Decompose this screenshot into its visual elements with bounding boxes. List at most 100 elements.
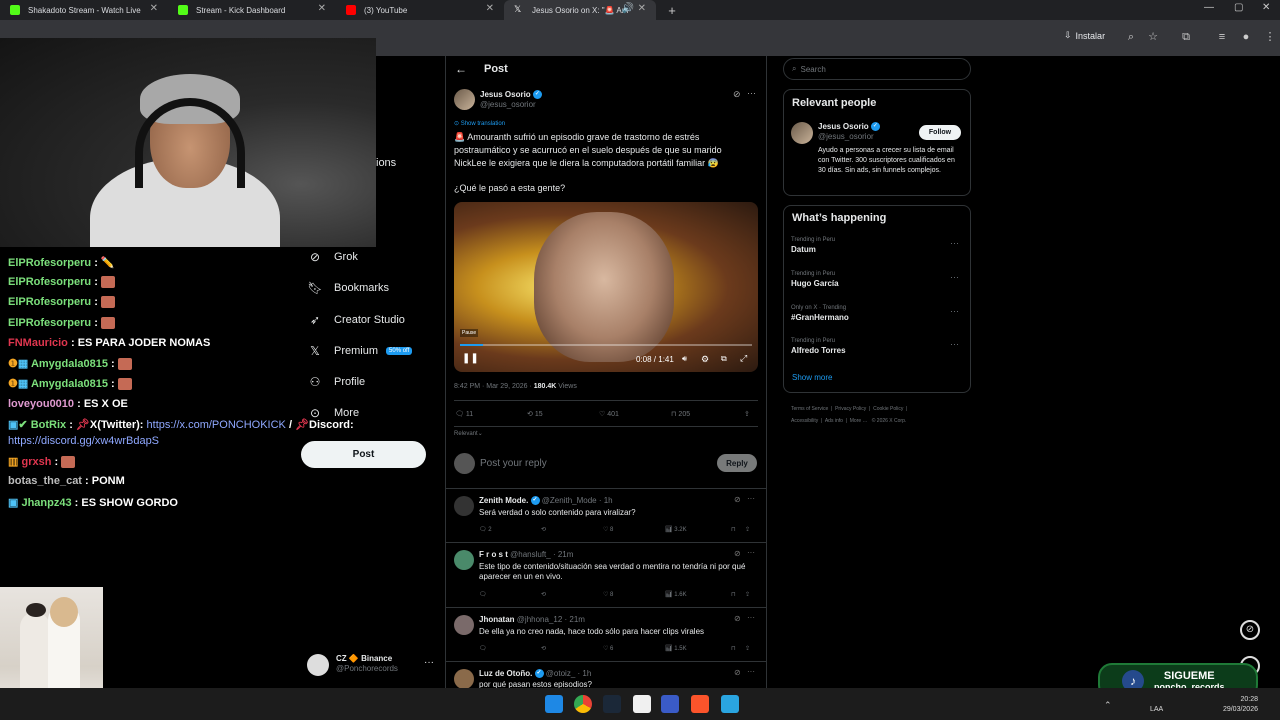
maximize-icon[interactable]: ▢: [1234, 2, 1243, 13]
app-icon[interactable]: [721, 695, 739, 713]
settings-icon[interactable]: ⚙: [701, 354, 709, 365]
account-more-icon[interactable]: ···: [424, 657, 434, 668]
repost-icon[interactable]: ⟲: [541, 645, 603, 652]
views-icon[interactable]: 📊︎ 1.6K: [665, 591, 731, 598]
trend-item[interactable]: Trending in Peru Datum: [791, 237, 835, 254]
heart-icon[interactable]: ♡ 6: [603, 645, 665, 652]
repost-action[interactable]: ⟲ 15: [527, 410, 543, 418]
menu-icon[interactable]: ⋮: [1264, 31, 1276, 43]
reply-input[interactable]: Post your reply: [480, 458, 547, 469]
heart-icon[interactable]: ♡ 8: [603, 591, 665, 598]
nav-grok[interactable]: ⊘ Grok: [308, 250, 358, 264]
reply-avatar[interactable]: [454, 669, 474, 689]
relevant-avatar[interactable]: [791, 122, 813, 144]
show-translation-link[interactable]: ⊙ Show translation: [454, 120, 505, 127]
trend-item[interactable]: Trending in Peru Alfredo Torres: [791, 338, 846, 355]
volume-icon[interactable]: 🔊︎: [682, 354, 687, 364]
video-progress-track[interactable]: [460, 344, 752, 346]
nav-premium[interactable]: 𝕏 Premium 50% off: [308, 344, 413, 358]
reply-icon[interactable]: 🗨︎ 2: [479, 526, 541, 533]
search-input[interactable]: ⌕ Search: [783, 58, 971, 80]
share-icon[interactable]: ⇪: [745, 526, 750, 533]
zoom-icon[interactable]: ⌕: [1125, 31, 1137, 43]
reply-icon[interactable]: 🗨︎: [479, 645, 541, 652]
grok-icon[interactable]: ⊘: [734, 549, 741, 558]
chrome-icon[interactable]: [574, 695, 592, 713]
footer-link[interactable]: Ads info: [825, 418, 843, 424]
chat-link[interactable]: https://x.com/PONCHOKICK: [147, 419, 286, 431]
more-icon[interactable]: ···: [747, 667, 755, 676]
back-arrow-icon[interactable]: ←: [455, 62, 467, 76]
browser-tab[interactable]: Shakadoto Stream - Watch Live ✕: [0, 0, 168, 20]
language-indicator[interactable]: LAA: [1150, 706, 1163, 713]
fullscreen-icon[interactable]: ⤢: [740, 353, 747, 364]
minimize-icon[interactable]: —: [1204, 2, 1214, 13]
nav-bookmarks[interactable]: 🔖︎ Bookmarks: [307, 281, 389, 295]
close-icon[interactable]: ✕: [150, 3, 158, 14]
star-icon[interactable]: ☆: [1147, 31, 1159, 43]
close-icon[interactable]: ✕: [318, 3, 326, 14]
author-block[interactable]: Jesus Osorio ✓ @jesus_osorior: [480, 90, 542, 110]
relevant-person[interactable]: Jesus Osorio ✓ @jesus_osorior: [818, 122, 880, 142]
heart-icon[interactable]: ♡ 8: [603, 526, 665, 533]
compose-post-button[interactable]: Post: [301, 441, 426, 468]
trend-item[interactable]: Only on X · Trending #GranHermano: [791, 305, 849, 322]
grok-icon[interactable]: ⊘: [734, 668, 741, 677]
footer-link[interactable]: Privacy Policy: [835, 406, 866, 412]
more-icon[interactable]: ···: [950, 238, 959, 248]
media-icon[interactable]: ≡: [1216, 31, 1228, 43]
more-icon[interactable]: ···: [747, 548, 755, 557]
more-icon[interactable]: ···: [950, 306, 959, 316]
nav-partial-label[interactable]: ions: [376, 157, 396, 169]
system-clock[interactable]: 20:28 29/03/2026: [1212, 695, 1258, 715]
share-icon[interactable]: ⇪: [744, 410, 750, 418]
new-tab-button[interactable]: +: [662, 3, 682, 18]
repost-icon[interactable]: ⟲: [541, 526, 603, 533]
account-switcher[interactable]: CZ 🔶 Binance @Ponchorecords: [336, 654, 398, 674]
trend-item[interactable]: Trending in Peru Hugo García: [791, 271, 839, 288]
share-icon[interactable]: ⇪: [745, 591, 750, 598]
author-avatar[interactable]: [454, 89, 475, 110]
profile-icon[interactable]: ●: [1240, 31, 1252, 43]
views-icon[interactable]: 📊︎ 1.5K: [665, 645, 731, 652]
window-close-icon[interactable]: ✕: [1262, 2, 1270, 13]
reply-item[interactable]: Zenith Mode. ✓ @Zenith_Mode · 1h ⊘ ··· S…: [446, 489, 766, 543]
steam-icon[interactable]: [603, 695, 621, 713]
reply-sort-dropdown[interactable]: Relevant⌄: [454, 430, 483, 437]
grok-icon[interactable]: ⊘: [733, 89, 741, 100]
reply-icon[interactable]: 🗨︎: [479, 591, 541, 598]
pause-icon[interactable]: ❚❚: [462, 353, 479, 364]
windows-start-icon[interactable]: [545, 695, 563, 713]
reply-avatar[interactable]: [454, 615, 474, 635]
more-icon[interactable]: ···: [747, 494, 755, 503]
nav-profile[interactable]: ⚇ Profile: [308, 375, 366, 389]
extensions-icon[interactable]: ⧉: [1180, 31, 1192, 43]
share-icon[interactable]: ⇪: [745, 645, 750, 652]
account-avatar[interactable]: [307, 654, 329, 676]
bookmark-action[interactable]: ⊓ 205: [671, 410, 690, 418]
reply-avatar[interactable]: [454, 550, 474, 570]
close-icon[interactable]: ✕: [638, 3, 646, 14]
bookmark-icon[interactable]: ⊓: [731, 645, 745, 652]
close-icon[interactable]: ✕: [486, 3, 494, 14]
bookmark-icon[interactable]: ⊓: [731, 526, 745, 533]
reply-item[interactable]: Luz de Otoño. ✓ @otoiz_ · 1h ⊘ ··· por q…: [446, 662, 766, 689]
reply-item[interactable]: Jhonatan @jhhona_12 · 21m ⊘ ··· De ella …: [446, 608, 766, 662]
browser-tab[interactable]: Stream - Kick Dashboard ✕: [168, 0, 336, 20]
reply-button[interactable]: Reply: [717, 454, 757, 472]
reply-item[interactable]: F r o s t @hansluft_ · 21m ⊘ ··· Este ti…: [446, 543, 766, 608]
more-icon[interactable]: ···: [747, 88, 756, 98]
show-more-link[interactable]: Show more: [792, 373, 832, 382]
bookmark-icon[interactable]: ⊓: [731, 591, 745, 598]
install-button[interactable]: ⇩ Instalar: [1064, 30, 1105, 41]
grok-icon[interactable]: ⊘: [734, 495, 741, 504]
grok-icon[interactable]: ⊘: [734, 614, 741, 623]
tray-chevron-icon[interactable]: ⌃: [1104, 700, 1112, 711]
like-action[interactable]: ♡ 401: [599, 410, 619, 418]
footer-link[interactable]: Terms of Service: [791, 406, 828, 412]
speaker-icon[interactable]: 🔊: [622, 3, 634, 14]
more-icon[interactable]: ···: [747, 613, 755, 622]
footer-link[interactable]: More …: [850, 418, 868, 424]
more-icon[interactable]: ···: [950, 339, 959, 349]
pip-icon[interactable]: ⧉: [721, 354, 727, 364]
